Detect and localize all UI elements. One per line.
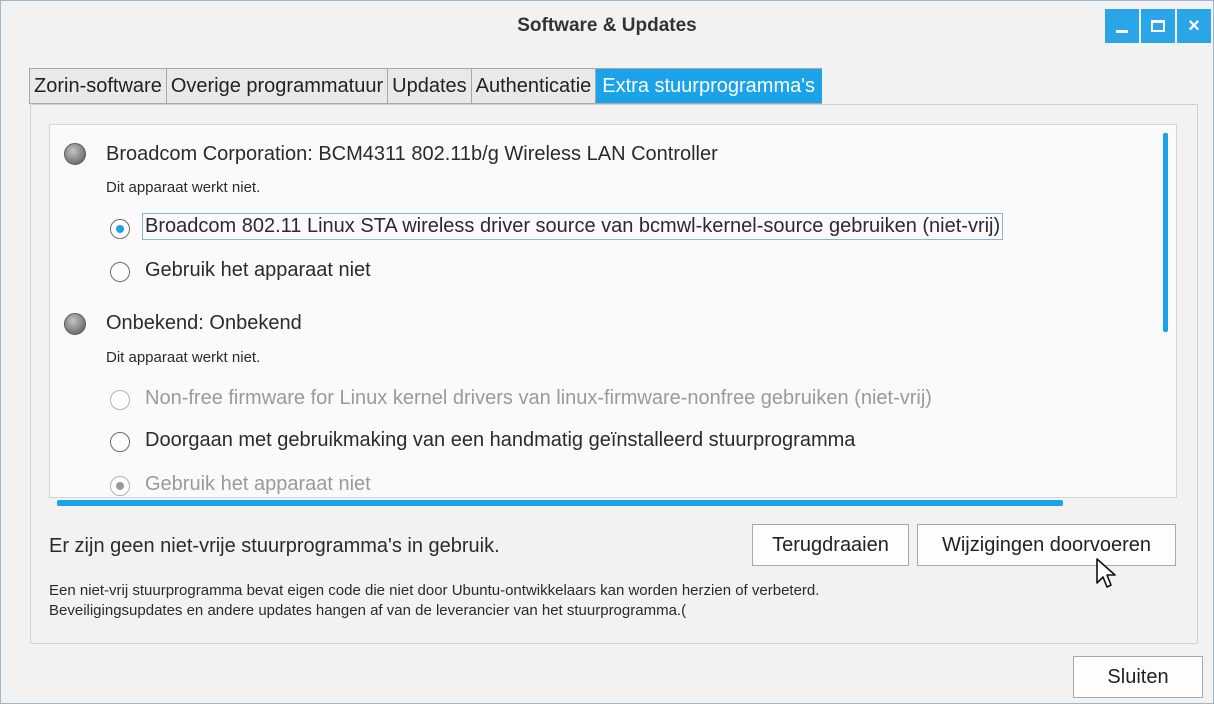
- device-status: Dit apparaat werkt niet.: [106, 349, 261, 366]
- close-button[interactable]: Sluiten: [1073, 656, 1203, 698]
- software-updates-window: Software & Updates × Zorin-software Over…: [0, 0, 1214, 704]
- device-status-icon: [64, 313, 86, 335]
- tab-zorin-software[interactable]: Zorin-software: [30, 69, 167, 103]
- driver-radio[interactable]: [110, 262, 130, 282]
- tab-bar: Zorin-software Overige programmatuur Upd…: [29, 68, 823, 104]
- driver-list[interactable]: Broadcom Corporation: BCM4311 802.11b/g …: [49, 124, 1177, 498]
- device-title: Broadcom Corporation: BCM4311 802.11b/g …: [106, 143, 718, 165]
- driver-option-label: Non-free firmware for Linux kernel drive…: [145, 387, 932, 409]
- driver-option-label: Gebruik het apparaat niet: [145, 473, 371, 495]
- maximize-button[interactable]: [1141, 9, 1175, 43]
- driver-option-label[interactable]: Doorgaan met gebruikmaking van een handm…: [145, 429, 855, 452]
- apply-changes-button[interactable]: Wijzigingen doorvoeren: [917, 524, 1176, 566]
- device-status: Dit apparaat werkt niet.: [106, 179, 261, 196]
- mouse-pointer-icon: [1096, 558, 1116, 588]
- driver-radio[interactable]: [110, 432, 130, 452]
- tab-updates[interactable]: Updates: [388, 69, 472, 103]
- tab-additional-drivers[interactable]: Extra stuurprogramma's: [596, 69, 823, 103]
- tab-authentication[interactable]: Authenticatie: [471, 69, 597, 103]
- titlebar[interactable]: Software & Updates ×: [1, 1, 1213, 57]
- horizontal-scrollbar[interactable]: [57, 500, 1063, 506]
- device-status-icon: [64, 143, 86, 165]
- driver-radio[interactable]: [110, 219, 130, 239]
- nonfree-info-text: Een niet-vrij stuurprogramma bevat eigen…: [49, 581, 819, 621]
- driver-radio: [110, 390, 130, 410]
- tab-other-software[interactable]: Overige programmatuur: [166, 69, 389, 103]
- vertical-scrollbar[interactable]: [1163, 133, 1168, 332]
- close-window-button[interactable]: ×: [1177, 9, 1211, 43]
- info-line-1: Een niet-vrij stuurprogramma bevat eigen…: [49, 582, 820, 599]
- driver-option-label[interactable]: Broadcom 802.11 Linux STA wireless drive…: [142, 213, 1004, 240]
- maximize-icon: [1151, 20, 1165, 32]
- device-title: Onbekend: Onbekend: [106, 312, 302, 334]
- window-title: Software & Updates: [517, 15, 697, 36]
- minimize-icon: [1116, 29, 1128, 33]
- drivers-status-text: Er zijn geen niet-vrije stuurprogramma's…: [49, 535, 500, 557]
- driver-radio: [110, 476, 130, 496]
- minimize-button[interactable]: [1105, 9, 1139, 43]
- revert-button[interactable]: Terugdraaien: [752, 524, 909, 566]
- close-icon: ×: [1188, 15, 1200, 37]
- info-line-2: Beveiligingsupdates en andere updates ha…: [49, 602, 687, 619]
- driver-option-label[interactable]: Gebruik het apparaat niet: [145, 259, 371, 282]
